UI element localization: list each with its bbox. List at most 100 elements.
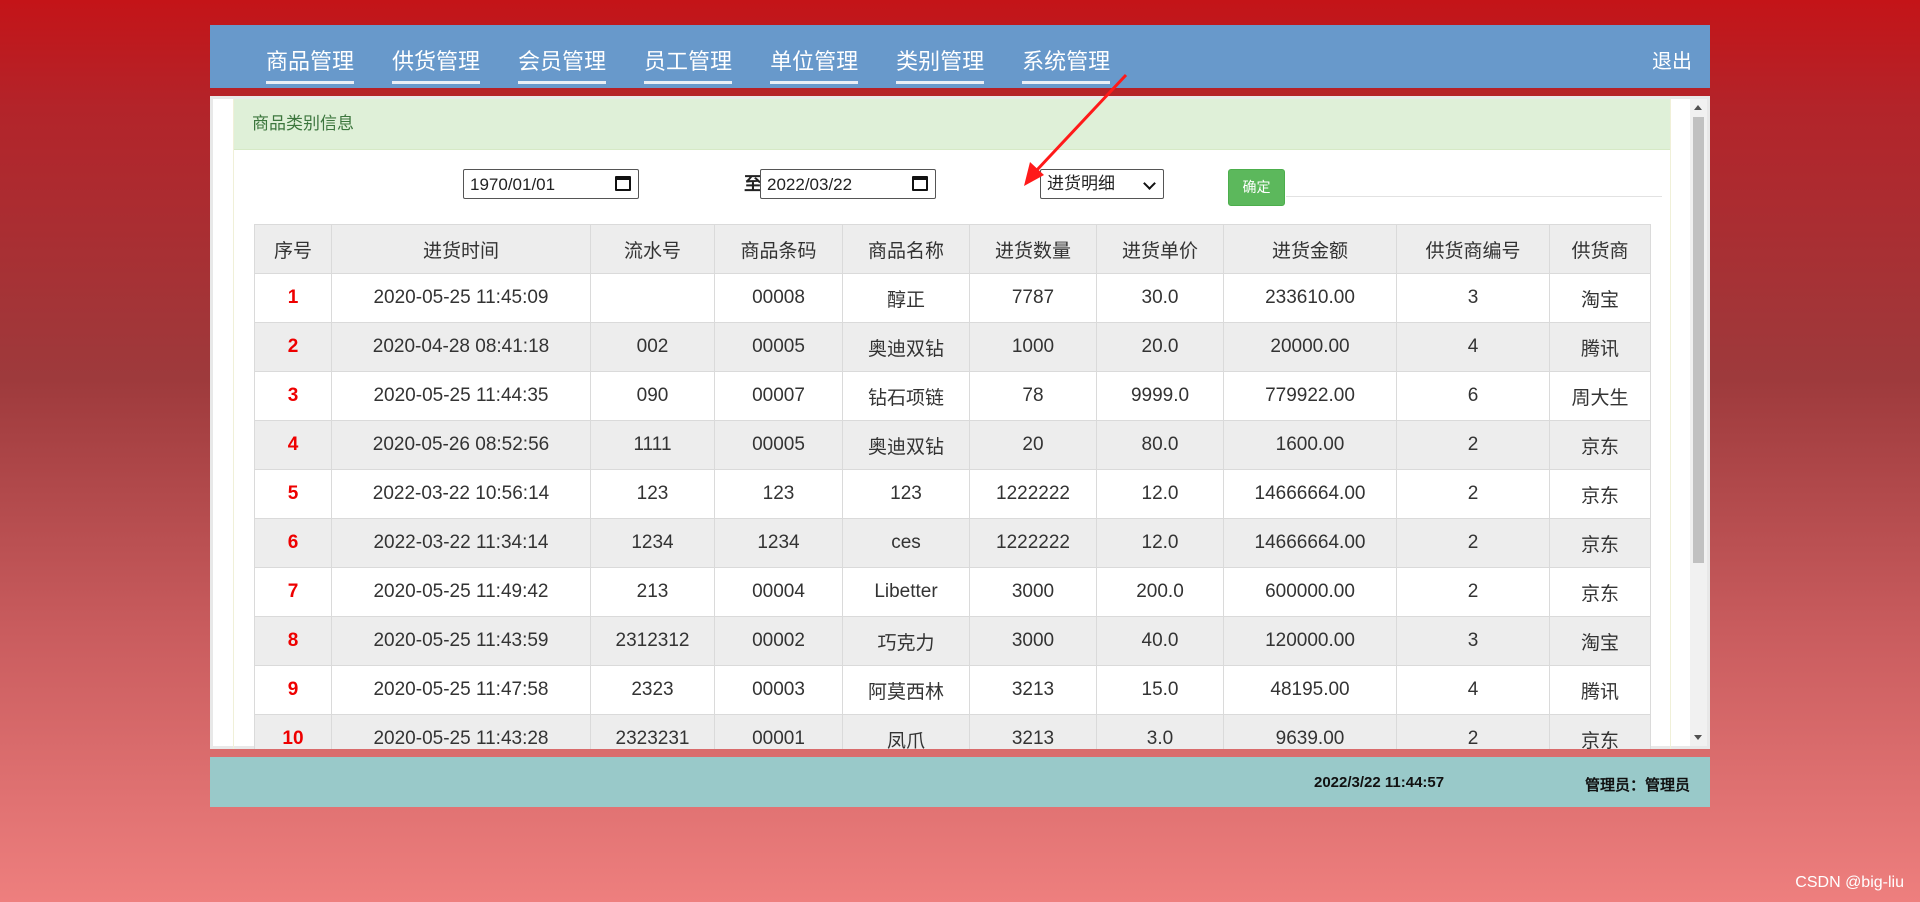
panel: 商品类别信息 1970/01/01 至 2022/03/22 进货明细 确定 序… (233, 99, 1671, 749)
table-cell: Libetter (842, 567, 970, 617)
table-cell: 30.0 (1096, 273, 1224, 323)
scroll-up-icon[interactable] (1694, 105, 1702, 110)
nav-item-goods[interactable]: 商品管理 (266, 25, 355, 88)
table-row: 6 2022-03-22 11:34:14 1234 1234 ces 1222222 12… (254, 518, 1651, 568)
table-cell (590, 273, 715, 323)
table-cell: 123 (714, 469, 843, 519)
row-index: 9 (254, 665, 332, 715)
table-row: 2 2020-04-28 08:41:18 002 00005 奥迪双钻 1000 20.0… (254, 322, 1651, 372)
calendar-icon[interactable] (912, 176, 928, 191)
table-cell: 阿莫西林 (842, 665, 970, 715)
table-cell: 钻石项链 (842, 371, 970, 421)
table-cell: 2020-05-25 11:49:42 (331, 567, 591, 617)
table-header-row: 序号 进货时间 流水号 商品条码 商品名称 进货数量 进货单价 进货金额 供货商… (254, 224, 1651, 274)
panel-title: 商品类别信息 (234, 99, 1670, 150)
chevron-down-icon (1143, 177, 1156, 190)
nav-item-staff[interactable]: 员工管理 (644, 25, 733, 88)
col-header: 进货单价 (1096, 224, 1224, 274)
calendar-icon[interactable] (615, 176, 631, 191)
start-date-input[interactable]: 1970/01/01 (463, 169, 639, 199)
table-cell: 京东 (1549, 518, 1651, 568)
table-cell: 78 (969, 371, 1097, 421)
table-cell: 9639.00 (1223, 714, 1397, 749)
table-cell: 40.0 (1096, 616, 1224, 666)
table-cell: 京东 (1549, 567, 1651, 617)
table-cell: 2022-03-22 10:56:14 (331, 469, 591, 519)
table-cell: 4 (1396, 322, 1550, 372)
table-cell: 1600.00 (1223, 420, 1397, 470)
row-index: 8 (254, 616, 332, 666)
table-cell: 00001 (714, 714, 843, 749)
table-cell: 凤爪 (842, 714, 970, 749)
main-content: 商品类别信息 1970/01/01 至 2022/03/22 进货明细 确定 序… (210, 96, 1710, 749)
table-cell: 779922.00 (1223, 371, 1397, 421)
table-cell: 00002 (714, 616, 843, 666)
col-header: 流水号 (590, 224, 715, 274)
table-cell: 12.0 (1096, 518, 1224, 568)
nav-item-system[interactable]: 系统管理 (1022, 25, 1111, 88)
purchase-table: 序号 进货时间 流水号 商品条码 商品名称 进货数量 进货单价 进货金额 供货商… (254, 224, 1651, 749)
scrollbar[interactable] (1690, 99, 1707, 746)
table-body: 1 2020-05-25 11:45:09 00008 醇正 7787 30.0 23361… (254, 273, 1651, 749)
table-cell: 1222222 (969, 469, 1097, 519)
table-cell: 腾讯 (1549, 665, 1651, 715)
table-cell: 2 (1396, 567, 1550, 617)
row-index: 6 (254, 518, 332, 568)
start-date-value: 1970/01/01 (470, 175, 556, 194)
scroll-down-icon[interactable] (1694, 735, 1702, 740)
table-cell: 20000.00 (1223, 322, 1397, 372)
end-date-input[interactable]: 2022/03/22 (760, 169, 936, 199)
nav-item-members[interactable]: 会员管理 (518, 25, 607, 88)
table-cell: 00008 (714, 273, 843, 323)
divider (1286, 196, 1662, 197)
table-cell: 3213 (969, 665, 1097, 715)
table-cell: 00005 (714, 322, 843, 372)
table-cell: 12.0 (1096, 469, 1224, 519)
table-cell: 1234 (714, 518, 843, 568)
table-cell: 2020-05-25 11:43:28 (331, 714, 591, 749)
table-cell: 00003 (714, 665, 843, 715)
table-cell: 奥迪双钻 (842, 322, 970, 372)
table-row: 7 2020-05-25 11:49:42 213 00004 Libetter 3000… (254, 567, 1651, 617)
table-cell: 2312312 (590, 616, 715, 666)
top-nav: 商品管理 供货管理 会员管理 员工管理 单位管理 类别管理 系统管理 退出 (210, 25, 1710, 88)
table-cell: 醇正 (842, 273, 970, 323)
table-cell: 120000.00 (1223, 616, 1397, 666)
row-index: 1 (254, 273, 332, 323)
table-row: 1 2020-05-25 11:45:09 00008 醇正 7787 30.0 23361… (254, 273, 1651, 323)
table-cell: 213 (590, 567, 715, 617)
table-cell: 2020-05-25 11:47:58 (331, 665, 591, 715)
table-cell: 周大生 (1549, 371, 1651, 421)
table-cell: 48195.00 (1223, 665, 1397, 715)
table-cell: 233610.00 (1223, 273, 1397, 323)
table-cell: 3213 (969, 714, 1097, 749)
col-header: 商品条码 (714, 224, 843, 274)
table-cell: 2020-04-28 08:41:18 (331, 322, 591, 372)
scroll-thumb[interactable] (1693, 117, 1704, 563)
footer: 2022/3/22 11:44:57 管理员：管理员 (210, 757, 1710, 807)
table-cell: 2323 (590, 665, 715, 715)
table-cell: 京东 (1549, 714, 1651, 749)
table-row: 10 2020-05-25 11:43:28 2323231 00001 凤爪 3213 3… (254, 714, 1651, 749)
table-row: 8 2020-05-25 11:43:59 2312312 00002 巧克力 3000 4… (254, 616, 1651, 666)
table-cell: 20 (969, 420, 1097, 470)
table-cell: 2020-05-25 11:44:35 (331, 371, 591, 421)
logout-link[interactable]: 退出 (1652, 45, 1692, 74)
table-cell: 6 (1396, 371, 1550, 421)
row-index: 3 (254, 371, 332, 421)
type-select[interactable]: 进货明细 (1040, 169, 1164, 199)
table-cell: 200.0 (1096, 567, 1224, 617)
table-cell: 7787 (969, 273, 1097, 323)
col-header: 进货数量 (969, 224, 1097, 274)
nav-item-categories[interactable]: 类别管理 (896, 25, 985, 88)
table-cell: 2020-05-25 11:45:09 (331, 273, 591, 323)
col-header: 进货时间 (331, 224, 591, 274)
nav-item-supply[interactable]: 供货管理 (392, 25, 481, 88)
watermark: CSDN @big-liu (1795, 874, 1904, 891)
row-index: 10 (254, 714, 332, 749)
col-header: 供货商编号 (1396, 224, 1550, 274)
col-header: 序号 (254, 224, 332, 274)
row-index: 2 (254, 322, 332, 372)
nav-item-units[interactable]: 单位管理 (770, 25, 859, 88)
confirm-button[interactable]: 确定 (1228, 169, 1285, 206)
